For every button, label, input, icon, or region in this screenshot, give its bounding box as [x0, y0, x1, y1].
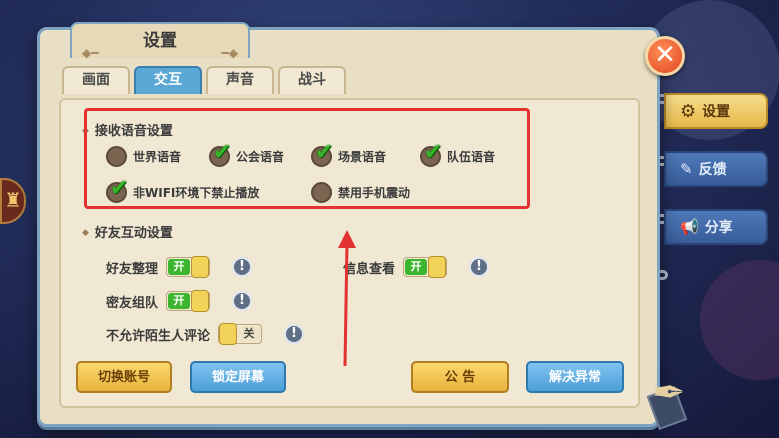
toggle-knob: [219, 323, 238, 345]
info-icon[interactable]: !: [469, 257, 490, 277]
voice-option-team[interactable]: ✔ 队伍语音: [420, 140, 496, 167]
row-label: 好友整理: [106, 261, 159, 277]
row-label: 不允许陌生人评论: [106, 328, 211, 344]
checkmark-icon: ✔: [110, 176, 129, 201]
checkmark-icon: ✔: [315, 140, 334, 165]
option-label: 禁用手机震动: [338, 186, 411, 200]
bullet-icon: ◆: [82, 126, 89, 136]
red-arrow-icon: [338, 230, 356, 367]
close-button[interactable]: ✕: [645, 36, 685, 76]
background-decoration: [700, 260, 779, 380]
checkmark-icon: ✔: [424, 140, 443, 165]
checkbox[interactable]: ✔: [420, 140, 442, 167]
tab-bar: 画面 交互 声音 战斗: [62, 66, 346, 94]
toggle-switch[interactable]: 开: [403, 256, 448, 278]
info-icon[interactable]: !: [284, 324, 305, 344]
announcement-button[interactable]: 公 告: [411, 361, 509, 393]
gear-icon: ⚙: [680, 100, 697, 122]
side-tab-settings[interactable]: ⚙ 设置: [664, 93, 768, 129]
side-tab-label: 分享: [704, 220, 733, 236]
quill-icon: ✒: [652, 370, 686, 416]
tab-interaction[interactable]: 交互: [134, 66, 202, 94]
option-label: 队伍语音: [447, 150, 496, 164]
side-tab-label: 设置: [702, 104, 731, 120]
toggle-state-label: 开: [168, 293, 191, 309]
toggle-knob: [428, 256, 447, 278]
toggle-state-label: 开: [405, 259, 428, 275]
option-label: 非WIFI环境下禁止播放: [133, 186, 260, 200]
page-title: 设置: [143, 31, 177, 51]
voice-section-title: ◆ 接收语音设置: [82, 124, 173, 139]
toggle-state-label: 关: [238, 326, 261, 342]
voice-option-world[interactable]: 世界语音: [106, 146, 181, 167]
option-label: 世界语音: [133, 150, 182, 164]
setting-row-no-stranger-comment: 不允许陌生人评论 关 !: [106, 323, 305, 345]
ornament-icon: ◆━: [82, 46, 99, 60]
setting-row-friend-sort: 好友整理 开 !: [106, 256, 253, 278]
voice-option-guild[interactable]: ✔ 公会语音: [209, 140, 285, 167]
friend-section-title: ◆ 好友互动设置: [82, 226, 173, 241]
toggle-switch[interactable]: 关: [218, 323, 263, 345]
side-tab-feedback[interactable]: ✎ 反馈: [664, 151, 768, 187]
toggle-state-label: 开: [168, 259, 191, 275]
feedback-icon: ✎: [680, 160, 693, 178]
checkbox[interactable]: ✔: [311, 140, 333, 167]
voice-option-no-wifi[interactable]: ✔ 非WIFI环境下禁止播放: [106, 176, 260, 203]
panel-title-tab: ◆━ 设置 ━◆: [70, 22, 250, 60]
row-label: 密友组队: [106, 295, 159, 311]
megaphone-icon: 📢: [680, 218, 699, 236]
toggle-switch[interactable]: 开: [166, 256, 211, 278]
checkbox[interactable]: ✔: [106, 176, 128, 203]
info-icon[interactable]: !: [232, 291, 253, 311]
checkbox[interactable]: ✔: [209, 140, 231, 167]
checkbox[interactable]: [311, 182, 332, 203]
left-edge-emblem-icon: ♜: [0, 178, 26, 224]
checkmark-icon: ✔: [213, 140, 232, 165]
info-icon[interactable]: !: [232, 257, 253, 277]
tab-display[interactable]: 画面: [62, 66, 130, 94]
tab-battle[interactable]: 战斗: [278, 66, 346, 94]
lock-screen-button[interactable]: 锁定屏幕: [190, 361, 286, 393]
bullet-icon: ◆: [82, 228, 89, 238]
side-tab-label: 反馈: [698, 162, 727, 178]
setting-row-info-view: 信息查看 开 !: [343, 256, 490, 278]
fix-issue-button[interactable]: 解决异常: [526, 361, 624, 393]
toggle-switch[interactable]: 开: [166, 290, 211, 312]
voice-option-disable-vibration[interactable]: 禁用手机震动: [311, 182, 410, 203]
toggle-knob: [191, 256, 210, 278]
tab-sound[interactable]: 声音: [206, 66, 274, 94]
side-tab-share[interactable]: 📢 分享: [664, 209, 768, 245]
ornament-icon: ━◆: [221, 46, 238, 60]
toggle-knob: [191, 290, 210, 312]
voice-option-scene[interactable]: ✔ 场景语音: [311, 140, 387, 167]
setting-row-close-friend-team: 密友组队 开 !: [106, 290, 253, 312]
option-label: 场景语音: [338, 150, 387, 164]
checkbox[interactable]: [106, 146, 127, 167]
option-label: 公会语音: [236, 150, 285, 164]
switch-account-button[interactable]: 切换账号: [76, 361, 172, 393]
